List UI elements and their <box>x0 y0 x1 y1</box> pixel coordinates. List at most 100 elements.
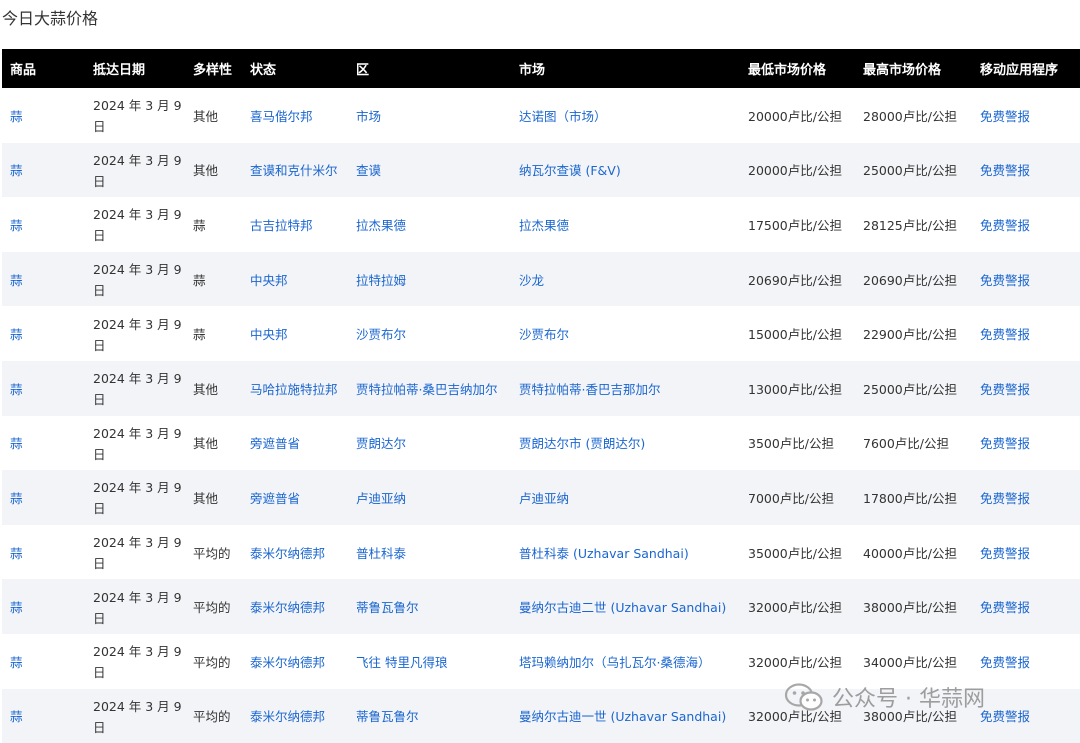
cell-state-link[interactable]: 泰米尔纳德邦 <box>250 546 325 561</box>
cell-market[interactable]: 普杜科泰 (Uzhavar Sandhai) <box>511 525 740 580</box>
cell-commodity[interactable]: 蒜 <box>2 579 85 634</box>
cell-district[interactable]: 普杜科泰 <box>348 525 511 580</box>
cell-state[interactable]: 查谟和克什米尔 <box>242 143 348 198</box>
cell-market-link[interactable]: 沙贾布尔 <box>519 327 569 342</box>
cell-free-alert[interactable]: 免费警报 <box>972 88 1080 143</box>
cell-district-link[interactable]: 贾朗达尔 <box>356 436 406 451</box>
cell-commodity[interactable]: 蒜 <box>2 634 85 689</box>
cell-state-link[interactable]: 查谟和克什米尔 <box>250 163 338 178</box>
cell-state[interactable]: 旁遮普省 <box>242 470 348 525</box>
cell-market-link[interactable]: 拉杰果德 <box>519 218 569 233</box>
cell-free-alert[interactable]: 免费警报 <box>972 361 1080 416</box>
cell-commodity-link[interactable]: 蒜 <box>10 546 23 561</box>
cell-market[interactable]: 贾特拉帕蒂·香巴吉那加尔 <box>511 361 740 416</box>
cell-district[interactable]: 贾朗达尔 <box>348 416 511 471</box>
cell-commodity-link[interactable]: 蒜 <box>10 163 23 178</box>
cell-free-alert-link[interactable]: 免费警报 <box>980 218 1030 233</box>
cell-free-alert[interactable]: 免费警报 <box>972 197 1080 252</box>
cell-commodity[interactable]: 蒜 <box>2 361 85 416</box>
col-header-district[interactable]: 区 <box>348 49 511 88</box>
cell-market-link[interactable]: 达诺图（市场） <box>519 109 607 124</box>
cell-free-alert[interactable]: 免费警报 <box>972 306 1080 361</box>
cell-market-link[interactable]: 贾特拉帕蒂·香巴吉那加尔 <box>519 382 660 397</box>
cell-market[interactable]: 卢迪亚纳 <box>511 470 740 525</box>
cell-commodity-link[interactable]: 蒜 <box>10 655 23 670</box>
cell-commodity-link[interactable]: 蒜 <box>10 109 23 124</box>
cell-state-link[interactable]: 中央邦 <box>250 273 288 288</box>
cell-commodity[interactable]: 蒜 <box>2 306 85 361</box>
cell-commodity-link[interactable]: 蒜 <box>10 709 23 724</box>
cell-market[interactable]: 曼纳尔古迪二世 (Uzhavar Sandhai) <box>511 579 740 634</box>
cell-market[interactable]: 塔玛赖纳加尔（乌扎瓦尔·桑德海） <box>511 634 740 689</box>
cell-free-alert-link[interactable]: 免费警报 <box>980 600 1030 615</box>
cell-commodity[interactable]: 蒜 <box>2 143 85 198</box>
cell-market-link[interactable]: 曼纳尔古迪二世 (Uzhavar Sandhai) <box>519 600 726 615</box>
cell-commodity-link[interactable]: 蒜 <box>10 491 23 506</box>
cell-free-alert[interactable]: 免费警报 <box>972 579 1080 634</box>
cell-state[interactable]: 中央邦 <box>242 306 348 361</box>
cell-free-alert[interactable]: 免费警报 <box>972 689 1080 743</box>
cell-free-alert[interactable]: 免费警报 <box>972 470 1080 525</box>
cell-district[interactable]: 市场 <box>348 88 511 143</box>
cell-market[interactable]: 沙龙 <box>511 252 740 307</box>
cell-state[interactable]: 泰米尔纳德邦 <box>242 579 348 634</box>
cell-district[interactable]: 贾特拉帕蒂·桑巴吉纳加尔 <box>348 361 511 416</box>
cell-state[interactable]: 马哈拉施特拉邦 <box>242 361 348 416</box>
cell-district[interactable]: 蒂鲁瓦鲁尔 <box>348 689 511 743</box>
cell-commodity[interactable]: 蒜 <box>2 88 85 143</box>
cell-commodity[interactable]: 蒜 <box>2 689 85 743</box>
cell-state-link[interactable]: 泰米尔纳德邦 <box>250 600 325 615</box>
col-header-commodity[interactable]: 商品 <box>2 49 85 88</box>
cell-commodity-link[interactable]: 蒜 <box>10 273 23 288</box>
cell-state[interactable]: 古吉拉特邦 <box>242 197 348 252</box>
cell-free-alert-link[interactable]: 免费警报 <box>980 436 1030 451</box>
cell-state[interactable]: 旁遮普省 <box>242 416 348 471</box>
cell-district-link[interactable]: 拉杰果德 <box>356 218 406 233</box>
cell-district-link[interactable]: 蒂鲁瓦鲁尔 <box>356 600 419 615</box>
cell-commodity[interactable]: 蒜 <box>2 197 85 252</box>
cell-free-alert[interactable]: 免费警报 <box>972 143 1080 198</box>
cell-state-link[interactable]: 喜马偕尔邦 <box>250 109 313 124</box>
cell-district-link[interactable]: 普杜科泰 <box>356 546 406 561</box>
cell-district-link[interactable]: 查谟 <box>356 163 381 178</box>
cell-district[interactable]: 蒂鲁瓦鲁尔 <box>348 579 511 634</box>
cell-district[interactable]: 卢迪亚纳 <box>348 470 511 525</box>
cell-state-link[interactable]: 中央邦 <box>250 327 288 342</box>
cell-free-alert-link[interactable]: 免费警报 <box>980 655 1030 670</box>
cell-state-link[interactable]: 马哈拉施特拉邦 <box>250 382 338 397</box>
cell-district[interactable]: 飞往 特里凡得琅 <box>348 634 511 689</box>
col-header-arrival-date[interactable]: 抵达日期 <box>85 49 185 88</box>
cell-state-link[interactable]: 旁遮普省 <box>250 491 300 506</box>
cell-district-link[interactable]: 卢迪亚纳 <box>356 491 406 506</box>
cell-free-alert-link[interactable]: 免费警报 <box>980 382 1030 397</box>
cell-state-link[interactable]: 泰米尔纳德邦 <box>250 655 325 670</box>
cell-district[interactable]: 沙贾布尔 <box>348 306 511 361</box>
col-header-mobile-app[interactable]: 移动应用程序 <box>972 49 1080 88</box>
cell-commodity[interactable]: 蒜 <box>2 416 85 471</box>
cell-market[interactable]: 达诺图（市场） <box>511 88 740 143</box>
col-header-max-price[interactable]: 最高市场价格 <box>855 49 972 88</box>
cell-district[interactable]: 拉杰果德 <box>348 197 511 252</box>
cell-district-link[interactable]: 拉特拉姆 <box>356 273 406 288</box>
cell-district-link[interactable]: 贾特拉帕蒂·桑巴吉纳加尔 <box>356 382 497 397</box>
cell-free-alert-link[interactable]: 免费警报 <box>980 273 1030 288</box>
cell-market[interactable]: 贾朗达尔市 (贾朗达尔) <box>511 416 740 471</box>
cell-district[interactable]: 拉特拉姆 <box>348 252 511 307</box>
cell-state[interactable]: 泰米尔纳德邦 <box>242 634 348 689</box>
cell-free-alert-link[interactable]: 免费警报 <box>980 546 1030 561</box>
cell-market-link[interactable]: 普杜科泰 (Uzhavar Sandhai) <box>519 546 689 561</box>
cell-state[interactable]: 泰米尔纳德邦 <box>242 689 348 743</box>
cell-free-alert[interactable]: 免费警报 <box>972 525 1080 580</box>
cell-market[interactable]: 曼纳尔古迪一世 (Uzhavar Sandhai) <box>511 689 740 743</box>
cell-state[interactable]: 泰米尔纳德邦 <box>242 525 348 580</box>
cell-state-link[interactable]: 古吉拉特邦 <box>250 218 313 233</box>
cell-commodity-link[interactable]: 蒜 <box>10 327 23 342</box>
cell-market-link[interactable]: 曼纳尔古迪一世 (Uzhavar Sandhai) <box>519 709 726 724</box>
cell-market[interactable]: 沙贾布尔 <box>511 306 740 361</box>
cell-free-alert[interactable]: 免费警报 <box>972 252 1080 307</box>
cell-district-link[interactable]: 蒂鲁瓦鲁尔 <box>356 709 419 724</box>
cell-free-alert-link[interactable]: 免费警报 <box>980 327 1030 342</box>
cell-commodity-link[interactable]: 蒜 <box>10 600 23 615</box>
cell-free-alert-link[interactable]: 免费警报 <box>980 109 1030 124</box>
cell-district-link[interactable]: 市场 <box>356 109 381 124</box>
